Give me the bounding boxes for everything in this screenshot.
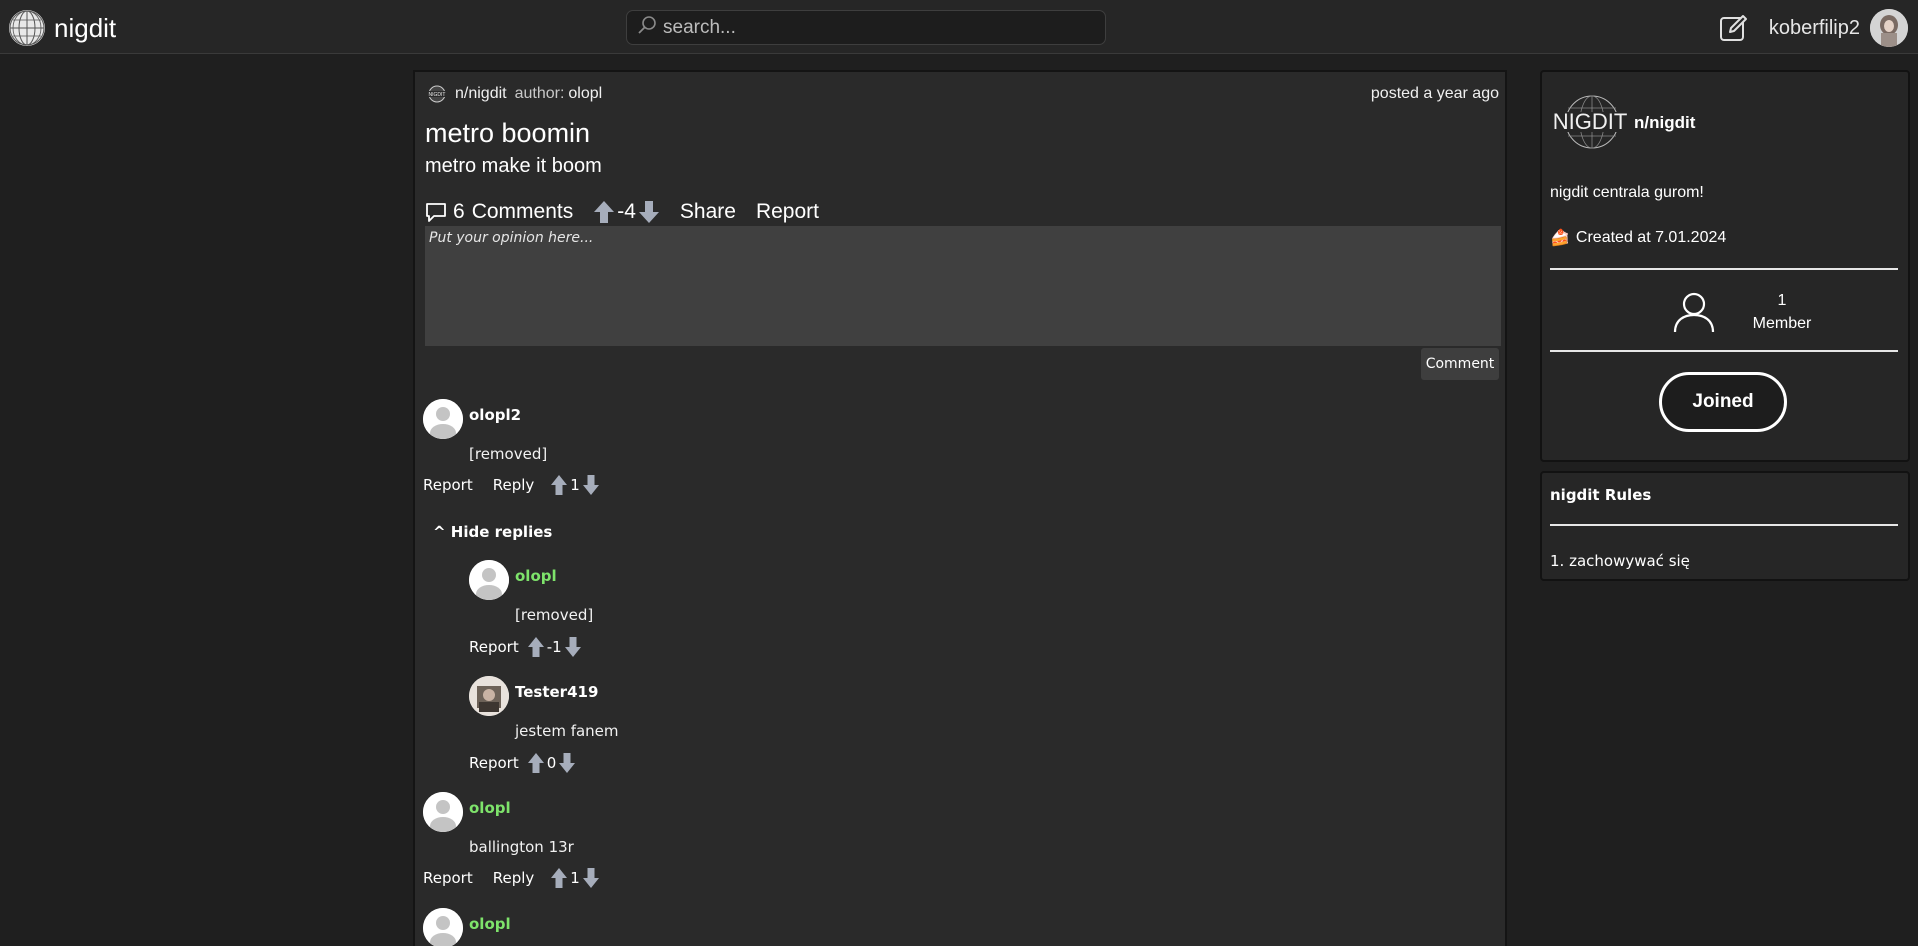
- avatar[interactable]: [423, 399, 463, 439]
- upvote-arrow-icon[interactable]: [593, 200, 615, 224]
- community-description: nigdit centrala gurom!: [1550, 184, 1704, 201]
- created-text: Created at 7.01.2024: [1575, 229, 1727, 246]
- post-timestamp: posted a year ago: [1370, 85, 1499, 102]
- comment-count: 6: [453, 200, 465, 223]
- comment-actions: Report 0: [469, 752, 576, 774]
- community-link[interactable]: n/nigdit: [455, 85, 507, 103]
- report-post-button[interactable]: Report: [756, 200, 819, 224]
- divider: [1550, 350, 1898, 352]
- home-link[interactable]: nigdit: [8, 9, 116, 47]
- post-panel: NIGDIT n/nigdit author: olopl posted a y…: [413, 70, 1507, 946]
- avatar[interactable]: [423, 792, 463, 832]
- svg-text:NIGDIT: NIGDIT: [429, 92, 446, 98]
- avatar[interactable]: [469, 560, 509, 600]
- create-post-button[interactable]: [1719, 13, 1749, 43]
- comment-input[interactable]: [425, 226, 1501, 346]
- upvote-arrow-icon[interactable]: [527, 752, 545, 774]
- comment-author[interactable]: olopl: [469, 915, 511, 933]
- comment-text: ballington 13r: [469, 838, 574, 856]
- hide-replies-toggle[interactable]: ^ Hide replies: [433, 523, 552, 541]
- member-label: Member: [1752, 315, 1812, 332]
- downvote-arrow-icon[interactable]: [582, 474, 600, 496]
- post-score: -4: [617, 200, 636, 223]
- divider: [1550, 268, 1898, 270]
- community-info-card: NIGDIT n/nigdit nigdit centrala gurom! 🍰…: [1540, 70, 1910, 462]
- comments-button[interactable]: 6 Comments: [425, 200, 573, 224]
- user-area: koberfilip2: [1719, 8, 1908, 48]
- user-avatar[interactable]: [1870, 9, 1908, 47]
- search-input[interactable]: [663, 16, 1083, 39]
- comment-text: [removed]: [515, 606, 594, 624]
- created-date: 🍰 Created at 7.01.2024: [1550, 228, 1726, 248]
- comment-author[interactable]: olopl: [515, 567, 557, 585]
- comment-submit-button[interactable]: Comment: [1421, 348, 1499, 380]
- comment-author[interactable]: olopl2: [469, 406, 521, 424]
- svg-text:NIGDIT: NIGDIT: [1553, 109, 1628, 134]
- search-bar[interactable]: [626, 10, 1106, 45]
- search-icon: [637, 15, 657, 40]
- reply-button[interactable]: Reply: [493, 869, 535, 887]
- rule-item: 1. zachowywać się: [1550, 552, 1690, 570]
- comment-text: jestem fanem: [515, 722, 619, 740]
- username[interactable]: koberfilip2: [1769, 17, 1860, 40]
- upvote-arrow-icon[interactable]: [550, 867, 568, 889]
- comment-actions: Report Reply 1: [423, 474, 600, 496]
- community-logo-icon: NIGDIT: [1550, 95, 1630, 149]
- community-name[interactable]: n/nigdit: [1634, 113, 1695, 133]
- comments-label: Comments: [471, 200, 574, 223]
- comment-text: [removed]: [469, 445, 548, 463]
- site-name[interactable]: nigdit: [54, 13, 116, 44]
- comment-score: 1: [570, 869, 580, 887]
- person-icon: [1673, 292, 1715, 333]
- upvote-arrow-icon[interactable]: [550, 474, 568, 496]
- comment-score: -1: [546, 638, 562, 656]
- report-comment-button[interactable]: Report: [469, 754, 519, 772]
- avatar[interactable]: [469, 676, 509, 716]
- comment-author[interactable]: Tester419: [515, 683, 598, 701]
- report-comment-button[interactable]: Report: [469, 638, 519, 656]
- downvote-arrow-icon[interactable]: [558, 752, 576, 774]
- post-actions: 6 Comments -4 Share Report: [425, 200, 819, 224]
- top-navigation-bar: nigdit koberfilip2: [0, 0, 1918, 54]
- joined-button[interactable]: Joined: [1659, 372, 1787, 432]
- comment-actions: Report Reply 1: [423, 867, 600, 889]
- edit-icon: [1719, 15, 1747, 41]
- globe-logo-icon: [8, 9, 46, 47]
- avatar[interactable]: [423, 908, 463, 946]
- community-rules-card: nigdit Rules 1. zachowywać się: [1540, 471, 1910, 581]
- post-vote: -4: [593, 200, 660, 224]
- report-comment-button[interactable]: Report: [423, 476, 473, 494]
- downvote-arrow-icon[interactable]: [564, 636, 582, 658]
- cake-icon: 🍰: [1550, 230, 1570, 247]
- author-link[interactable]: olopl: [568, 85, 602, 103]
- reply-button[interactable]: Reply: [493, 476, 535, 494]
- community-logo-icon: NIGDIT: [425, 85, 449, 103]
- report-comment-button[interactable]: Report: [423, 869, 473, 887]
- comment-author[interactable]: olopl: [469, 799, 511, 817]
- member-count: 1: [1777, 292, 1787, 309]
- comment-score: 1: [570, 476, 580, 494]
- share-button[interactable]: Share: [680, 200, 736, 224]
- comment-score: 0: [546, 754, 557, 772]
- downvote-arrow-icon[interactable]: [582, 867, 600, 889]
- post-meta: NIGDIT n/nigdit author: olopl: [425, 85, 602, 103]
- upvote-arrow-icon[interactable]: [527, 636, 545, 658]
- downvote-arrow-icon[interactable]: [638, 200, 660, 224]
- comment-bubble-icon: [426, 203, 446, 222]
- divider: [1550, 524, 1898, 526]
- rules-title: nigdit Rules: [1550, 486, 1652, 504]
- post-title: metro boomin: [425, 118, 591, 148]
- comment-actions: Report -1: [469, 636, 582, 658]
- author-label: author:: [514, 85, 565, 102]
- post-body: metro make it boom: [425, 155, 602, 177]
